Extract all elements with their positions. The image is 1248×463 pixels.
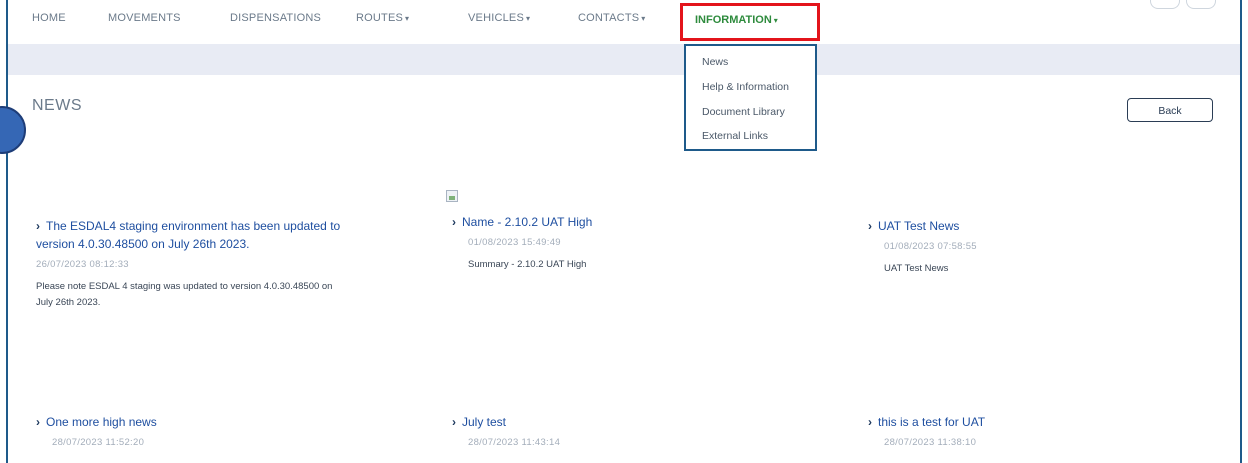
chevron-right-icon: › — [868, 219, 872, 233]
chevron-down-icon: ▾ — [526, 14, 531, 23]
news-title-line: The ESDAL4 staging environment has been … — [46, 219, 341, 233]
news-title-line: version 4.0.30.48500 on July 26th 2023. — [36, 237, 250, 251]
news-date: 26/07/2023 08:12:33 — [36, 259, 129, 270]
news-title-link[interactable]: › Name - 2.10.2 UAT High — [452, 213, 812, 231]
news-item: › UAT Test News 01/08/2023 07:58:55 UAT T… — [868, 217, 1208, 277]
chevron-down-icon: ▾ — [405, 14, 410, 23]
chevron-down-icon: ▾ — [773, 16, 778, 25]
news-item: › One more high news 28/07/2023 11:52:20 — [36, 413, 436, 448]
news-summary: Please note ESDAL 4 staging was updated … — [36, 279, 436, 311]
news-title-link[interactable]: › The ESDAL4 staging environment has been… — [36, 217, 436, 253]
menu-item-document-library[interactable]: Document Library — [702, 106, 785, 118]
nav-vehicles[interactable]: VEHICLES ▾ — [468, 12, 530, 24]
information-dropdown-menu: News Help & Information Document Library… — [684, 44, 817, 151]
chevron-right-icon: › — [452, 415, 456, 429]
sub-header-band — [8, 44, 1240, 75]
broken-image-icon — [446, 190, 458, 202]
news-date: 28/07/2023 11:43:14 — [468, 437, 561, 448]
news-item: › July test 28/07/2023 11:43:14 — [452, 413, 812, 448]
nav-contacts[interactable]: CONTACTS ▾ — [578, 12, 646, 24]
news-title-link[interactable]: › July test — [452, 413, 812, 431]
news-item: › The ESDAL4 staging environment has been… — [36, 217, 436, 311]
news-item: › Name - 2.10.2 UAT High 01/08/2023 15:49… — [452, 213, 812, 273]
news-title-text: July test — [462, 415, 507, 429]
side-tab-circle[interactable] — [0, 106, 26, 154]
menu-item-help-information[interactable]: Help & Information — [702, 81, 789, 93]
chevron-right-icon: › — [36, 415, 40, 429]
news-title-link[interactable]: › this is a test for UAT — [868, 413, 1208, 431]
news-title-text: Name - 2.10.2 UAT High — [462, 215, 593, 229]
nav-dispensations[interactable]: DISPENSATIONS — [230, 12, 321, 24]
page-title: NEWS — [32, 97, 82, 114]
top-right-control-a[interactable] — [1150, 0, 1180, 9]
menu-item-news[interactable]: News — [702, 56, 728, 68]
nav-information-label: INFORMATION ▾ — [695, 14, 778, 26]
nav-information[interactable]: INFORMATION ▾ — [680, 3, 820, 41]
top-navigation-bar: HOME MOVEMENTS DISPENSATIONS ROUTES ▾ VEH… — [8, 0, 1240, 44]
top-right-control-b[interactable] — [1186, 0, 1216, 9]
news-summary-line: Please note ESDAL 4 staging was updated … — [36, 281, 333, 292]
news-summary: UAT Test News — [884, 263, 949, 274]
back-button[interactable]: Back — [1127, 98, 1213, 122]
nav-vehicles-label: VEHICLES — [468, 12, 525, 24]
news-title-text: One more high news — [46, 415, 157, 429]
menu-item-external-links[interactable]: External Links — [702, 130, 768, 142]
news-summary-line: July 26th 2023. — [36, 297, 101, 308]
chevron-down-icon: ▾ — [641, 14, 646, 23]
news-title-link[interactable]: › UAT Test News — [868, 217, 1208, 235]
news-date: 01/08/2023 07:58:55 — [884, 241, 977, 252]
chevron-right-icon: › — [452, 215, 456, 229]
news-title-link[interactable]: › One more high news — [36, 413, 436, 431]
news-date: 28/07/2023 11:52:20 — [52, 437, 145, 448]
nav-movements[interactable]: MOVEMENTS — [108, 12, 181, 24]
nav-routes[interactable]: ROUTES ▾ — [356, 12, 409, 24]
news-date: 01/08/2023 15:49:49 — [468, 237, 561, 248]
news-item: › this is a test for UAT 28/07/2023 11:38… — [868, 413, 1208, 448]
window-frame-right — [1240, 0, 1242, 463]
nav-information-text: INFORMATION — [695, 14, 772, 26]
chevron-right-icon: › — [868, 415, 872, 429]
news-title-text: this is a test for UAT — [878, 415, 986, 429]
nav-home[interactable]: HOME — [32, 12, 66, 24]
news-summary: Summary - 2.10.2 UAT High — [468, 259, 587, 270]
news-date: 28/07/2023 11:38:10 — [884, 437, 977, 448]
nav-routes-label: ROUTES — [356, 12, 404, 24]
news-title-text: UAT Test News — [878, 219, 960, 233]
chevron-right-icon: › — [36, 219, 40, 233]
nav-contacts-label: CONTACTS — [578, 12, 640, 24]
